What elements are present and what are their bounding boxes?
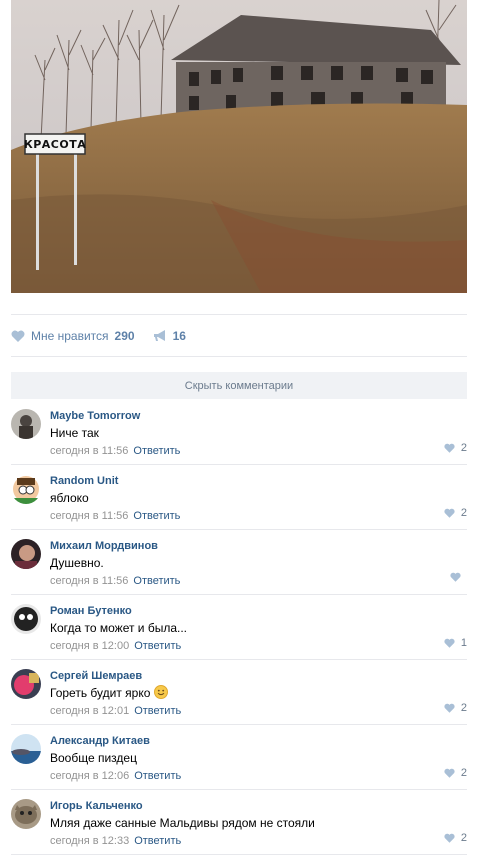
comment-text: Душевно. xyxy=(50,556,104,570)
megaphone-icon xyxy=(153,330,165,341)
comment-item: Михаил Мордвинов Душевно. сегодня в 11:5… xyxy=(11,530,467,595)
comment-time[interactable]: сегодня в 12:01 xyxy=(50,705,129,717)
like-count: 290 xyxy=(114,329,135,343)
comment-author[interactable]: Игорь Кальченко xyxy=(50,799,467,813)
heart-icon xyxy=(450,572,461,582)
comments-list: Maybe Tomorrow Ниче так сегодня в 11:56 О… xyxy=(11,400,467,855)
reply-button[interactable]: Ответить xyxy=(134,640,181,652)
comment-like-button[interactable]: 2 xyxy=(444,442,467,454)
comment-like-count: 2 xyxy=(460,507,467,519)
comment-author[interactable]: Maybe Tomorrow xyxy=(50,409,467,423)
reply-button[interactable]: Ответить xyxy=(133,445,180,457)
avatar[interactable] xyxy=(11,409,41,439)
comment-like-count: 2 xyxy=(460,832,467,844)
share-count: 16 xyxy=(172,329,186,343)
comment-item: Maybe Tomorrow Ниче так сегодня в 11:56 О… xyxy=(11,400,467,465)
comment-like-count: 2 xyxy=(460,767,467,779)
comment-like-count: 1 xyxy=(460,637,467,649)
like-label: Мне нравится xyxy=(31,329,109,343)
comment-time[interactable]: сегодня в 11:56 xyxy=(50,445,128,457)
avatar[interactable] xyxy=(11,604,41,634)
comment-like-button[interactable]: 1 xyxy=(444,637,467,649)
post-photo[interactable]: КРАСОТА xyxy=(11,0,467,293)
comment-item: Сергей Шемраев Гореть будит ярко сегодня… xyxy=(11,660,467,725)
comment-like-button[interactable]: 2 xyxy=(444,832,467,844)
reply-button[interactable]: Ответить xyxy=(134,705,181,717)
avatar[interactable] xyxy=(11,734,41,764)
comment-text-content: Гореть будит ярко xyxy=(50,686,151,700)
reply-button[interactable]: Ответить xyxy=(133,575,180,587)
avatar[interactable] xyxy=(11,669,41,699)
heart-icon xyxy=(444,508,455,518)
reply-button[interactable]: Ответить xyxy=(134,835,181,847)
share-button[interactable]: 16 xyxy=(153,329,186,343)
reply-button[interactable]: Ответить xyxy=(133,510,180,522)
comment-author[interactable]: Роман Бутенко xyxy=(50,604,467,618)
comment-item: Александр Китаев Вообще пиздец сегодня в… xyxy=(11,725,467,790)
comment-text: яблоко xyxy=(50,491,89,505)
comment-time[interactable]: сегодня в 11:56 xyxy=(50,510,128,522)
comment-time[interactable]: сегодня в 12:33 xyxy=(50,835,129,847)
comment-text: Вообще пиздец xyxy=(50,751,137,765)
heart-icon xyxy=(444,638,455,648)
comment-like-button[interactable] xyxy=(450,572,467,582)
divider xyxy=(11,356,467,357)
comment-item: Игорь Кальченко Мляя даже санные Мальдив… xyxy=(11,790,467,855)
comment-text: Гореть будит ярко xyxy=(50,685,467,701)
comment-author[interactable]: Михаил Мордвинов xyxy=(50,539,467,553)
comment-text: Мляя даже санные Мальдивы рядом не стоял… xyxy=(50,816,315,830)
smile-emoji-icon xyxy=(154,685,169,699)
heart-icon xyxy=(444,768,455,778)
heart-icon xyxy=(444,443,455,453)
avatar[interactable] xyxy=(11,474,41,504)
like-button[interactable]: Мне нравится 290 xyxy=(11,329,135,343)
comment-text: Когда то может и была... xyxy=(50,621,188,635)
comment-like-count: 2 xyxy=(460,702,467,714)
comment-time[interactable]: сегодня в 12:00 xyxy=(50,640,129,652)
comment-item: Роман Бутенко Когда то может и была... с… xyxy=(11,595,467,660)
comment-item: Random Unit яблоко сегодня в 11:56 Ответи… xyxy=(11,465,467,530)
comment-text: Ниче так xyxy=(50,426,99,440)
avatar[interactable] xyxy=(11,799,41,829)
heart-icon xyxy=(444,833,455,843)
divider xyxy=(11,314,467,315)
comment-author[interactable]: Random Unit xyxy=(50,474,467,488)
comment-like-button[interactable]: 2 xyxy=(444,702,467,714)
comment-like-button[interactable]: 2 xyxy=(444,767,467,779)
comment-author[interactable]: Александр Китаев xyxy=(50,734,467,748)
comment-time[interactable]: сегодня в 12:06 xyxy=(50,770,129,782)
reply-button[interactable]: Ответить xyxy=(134,770,181,782)
comment-like-button[interactable]: 2 xyxy=(444,507,467,519)
hide-comments-button[interactable]: Скрыть комментарии xyxy=(11,372,467,399)
comment-time[interactable]: сегодня в 11:56 xyxy=(50,575,128,587)
avatar[interactable] xyxy=(11,539,41,569)
photo-sign-text: КРАСОТА xyxy=(24,138,87,151)
heart-icon xyxy=(444,703,455,713)
heart-icon xyxy=(11,330,25,342)
post-actions: Мне нравится 290 16 xyxy=(11,326,204,346)
comment-author[interactable]: Сергей Шемраев xyxy=(50,669,467,683)
comment-like-count: 2 xyxy=(460,442,467,454)
